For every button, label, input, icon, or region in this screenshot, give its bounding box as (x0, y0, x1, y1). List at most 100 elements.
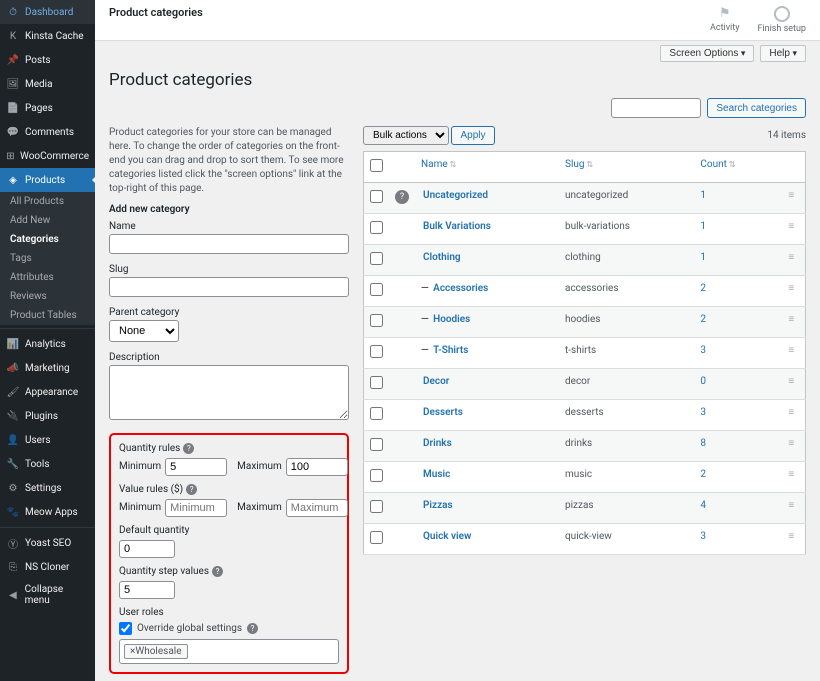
category-link[interactable]: Pizzas (423, 500, 453, 511)
row-checkbox[interactable] (370, 345, 383, 358)
row-checkbox[interactable] (370, 469, 383, 482)
bulk-actions-select[interactable]: Bulk actions (363, 126, 449, 145)
sidebar-item[interactable]: ⚙Settings (0, 476, 95, 500)
row-checkbox[interactable] (370, 221, 383, 234)
drag-handle-icon[interactable]: ≡ (778, 183, 806, 214)
sidebar-item[interactable]: 🖌Appearance (0, 380, 95, 404)
step-field[interactable] (119, 581, 175, 599)
drag-handle-icon[interactable]: ≡ (778, 524, 806, 555)
default-qty-field[interactable] (119, 540, 175, 558)
count-link[interactable]: 2 (700, 314, 706, 325)
count-link[interactable]: 3 (700, 531, 706, 542)
category-link[interactable]: Clothing (423, 252, 461, 263)
drag-handle-icon[interactable]: ≡ (778, 338, 806, 369)
sidebar-item[interactable]: 💬Comments (0, 120, 95, 144)
row-checkbox[interactable] (370, 283, 383, 296)
sidebar-item[interactable]: ⓎYoast SEO (0, 531, 95, 555)
sidebar-item[interactable]: KKinsta Cache (0, 24, 95, 48)
row-checkbox[interactable] (370, 252, 383, 265)
sidebar-item[interactable]: ⏱Dashboard (0, 0, 95, 24)
sidebar-item[interactable]: 👤Users (0, 428, 95, 452)
count-link[interactable]: 2 (700, 283, 706, 294)
category-link[interactable]: Decor (423, 376, 449, 387)
drag-handle-icon[interactable]: ≡ (778, 400, 806, 431)
category-link[interactable]: Drinks (423, 438, 452, 449)
slug-field[interactable] (109, 277, 349, 297)
value-min-field[interactable] (165, 499, 227, 517)
sidebar-item[interactable]: 🔧Tools (0, 452, 95, 476)
col-name[interactable]: Name (415, 152, 559, 183)
description-field[interactable] (109, 365, 349, 420)
screen-options-button[interactable]: Screen Options (660, 45, 754, 62)
col-count[interactable]: Count (694, 152, 777, 183)
select-all-checkbox[interactable] (370, 159, 383, 172)
role-tag[interactable]: ×Wholesale (124, 644, 188, 659)
count-link[interactable]: 1 (700, 190, 706, 201)
sidebar-subitem[interactable]: Add New (0, 211, 95, 230)
sidebar-subitem[interactable]: Tags (0, 249, 95, 268)
sidebar-item[interactable]: ⊞WooCommerce (0, 144, 95, 168)
override-checkbox[interactable]: Override global settings? (119, 622, 339, 635)
row-checkbox[interactable] (370, 190, 383, 203)
category-link[interactable]: Desserts (423, 407, 463, 418)
col-slug[interactable]: Slug (559, 152, 694, 183)
row-checkbox[interactable] (370, 376, 383, 389)
drag-handle-icon[interactable]: ≡ (778, 214, 806, 245)
row-checkbox[interactable] (370, 500, 383, 513)
count-link[interactable]: 0 (700, 376, 706, 387)
category-link[interactable]: Uncategorized (423, 190, 488, 201)
help-icon[interactable]: ? (183, 443, 194, 454)
qty-max-field[interactable] (286, 458, 348, 476)
sidebar-item[interactable]: 🖼Media (0, 72, 95, 96)
activity-button[interactable]: ⚑ Activity (710, 6, 739, 34)
count-link[interactable]: 3 (700, 407, 706, 418)
sidebar-item[interactable]: 📌Posts (0, 48, 95, 72)
drag-handle-icon[interactable]: ≡ (778, 431, 806, 462)
drag-handle-icon[interactable]: ≡ (778, 307, 806, 338)
sidebar-item[interactable]: 📣Marketing (0, 356, 95, 380)
sidebar-subitem[interactable]: Reviews (0, 287, 95, 306)
apply-button[interactable]: Apply (451, 126, 494, 145)
category-link[interactable]: Hoodies (433, 314, 470, 325)
sidebar-subitem[interactable]: Categories (0, 230, 95, 249)
count-link[interactable]: 4 (700, 500, 706, 511)
count-link[interactable]: 1 (700, 221, 706, 232)
category-link[interactable]: Quick view (423, 531, 471, 542)
row-checkbox[interactable] (370, 407, 383, 420)
sidebar-subitem[interactable]: Product Tables (0, 306, 95, 325)
drag-handle-icon[interactable]: ≡ (778, 369, 806, 400)
drag-handle-icon[interactable]: ≡ (778, 276, 806, 307)
drag-handle-icon[interactable]: ≡ (778, 493, 806, 524)
count-link[interactable]: 1 (700, 252, 706, 263)
search-button[interactable]: Search categories (707, 98, 806, 118)
qty-min-field[interactable] (165, 458, 227, 476)
sidebar-item[interactable]: ◀Collapse menu (0, 579, 95, 611)
drag-handle-icon[interactable]: ≡ (778, 245, 806, 276)
sidebar-subitem[interactable]: Attributes (0, 268, 95, 287)
sidebar-subitem[interactable]: All Products (0, 192, 95, 211)
help-icon[interactable]: ? (212, 566, 223, 577)
help-button[interactable]: Help (760, 45, 806, 62)
category-link[interactable]: Bulk Variations (423, 221, 491, 232)
count-link[interactable]: 2 (700, 469, 706, 480)
category-link[interactable]: Accessories (433, 283, 488, 294)
sidebar-item[interactable]: 🔌Plugins (0, 404, 95, 428)
finish-setup-button[interactable]: Finish setup (757, 6, 806, 34)
row-checkbox[interactable] (370, 531, 383, 544)
row-checkbox[interactable] (370, 314, 383, 327)
sidebar-item[interactable]: 📊Analytics (0, 332, 95, 356)
sidebar-item[interactable]: ⎘NS Cloner (0, 555, 95, 579)
value-max-field[interactable] (286, 499, 348, 517)
roles-tag-input[interactable]: ×Wholesale (119, 639, 339, 664)
name-field[interactable] (109, 234, 349, 254)
row-checkbox[interactable] (370, 438, 383, 451)
help-icon[interactable]: ? (186, 484, 197, 495)
help-icon[interactable]: ? (247, 623, 258, 634)
category-link[interactable]: T-Shirts (433, 345, 468, 356)
parent-select[interactable]: None (109, 320, 179, 342)
drag-handle-icon[interactable]: ≡ (778, 462, 806, 493)
sidebar-item[interactable]: 🐾Meow Apps (0, 500, 95, 524)
sidebar-item-products[interactable]: ◈ Products (0, 168, 95, 192)
count-link[interactable]: 8 (700, 438, 706, 449)
category-link[interactable]: Music (423, 469, 450, 480)
